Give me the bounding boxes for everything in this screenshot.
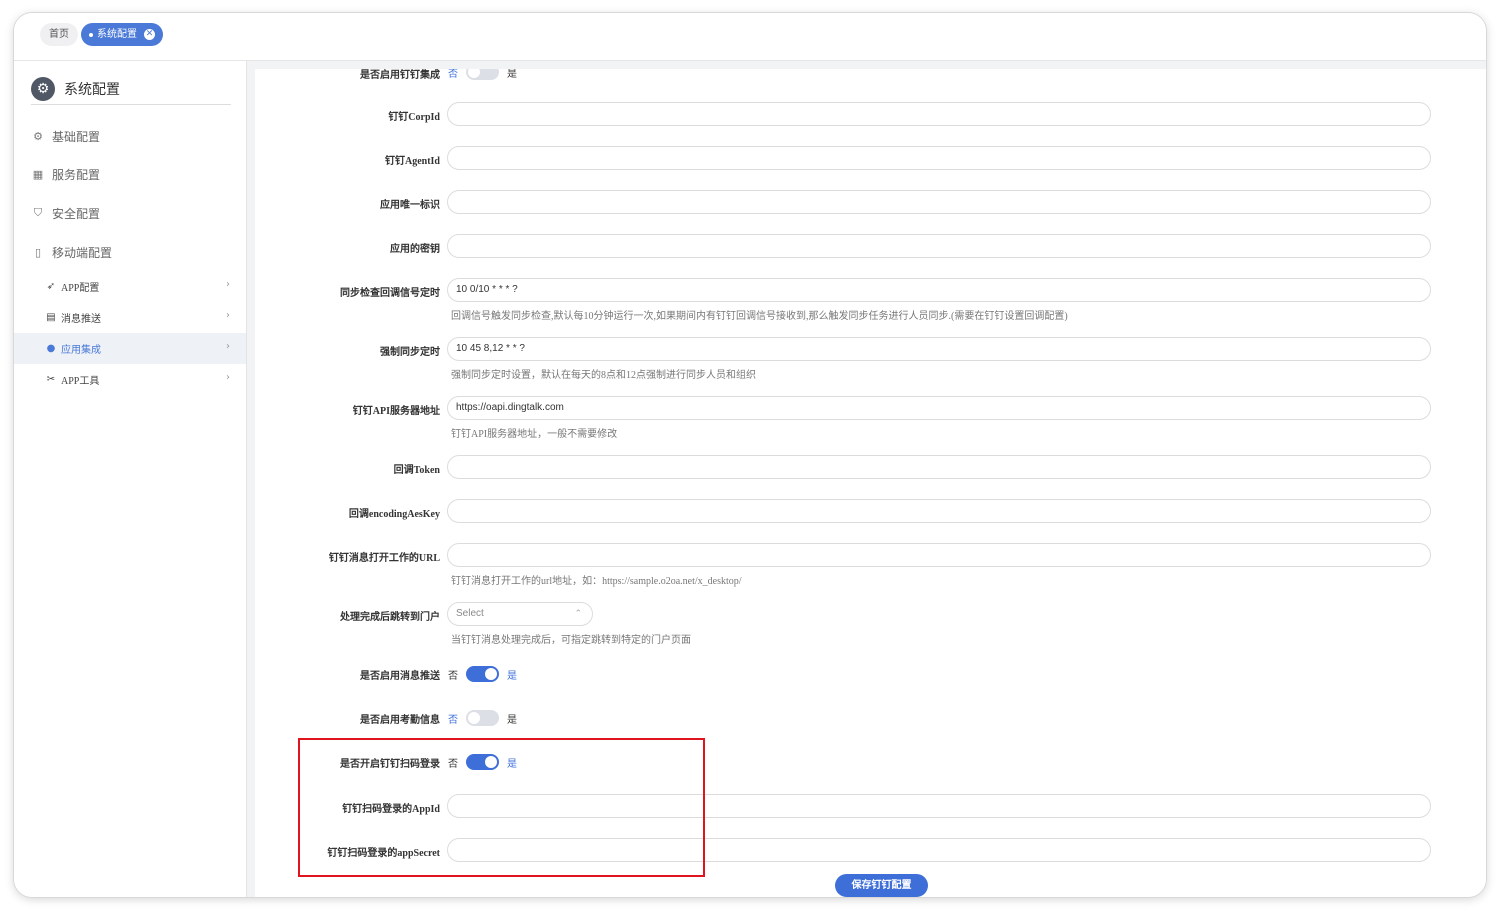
tab-label: 系统配置 <box>97 29 137 40</box>
field-hint: 钉钉消息打开工作的url地址，如：https://sample.o2oa.net… <box>451 576 742 587</box>
field-label: 是否启用消息推送 <box>360 671 440 682</box>
toggle-switch[interactable] <box>466 666 499 682</box>
field-label: 回调Token <box>393 465 440 476</box>
field-label: 钉钉AgentId <box>384 156 440 167</box>
switch-yes-label: 是 <box>507 670 517 682</box>
field-label: 是否启用钉钉集成 <box>360 70 440 81</box>
tools-icon: ✂ <box>46 374 56 385</box>
field-label: 钉钉CorpId <box>388 112 440 123</box>
sync-check-input[interactable]: 10 0/10 * * * ? <box>447 278 1431 302</box>
sidebar-sub-item-label: 消息推送 <box>61 314 101 325</box>
app-key-input[interactable] <box>447 190 1431 214</box>
field-hint: 钉钉API服务器地址，一般不需要修改 <box>451 429 618 440</box>
app-window: 首页 系统配置 ✕ ⚙ 系统配置 ⚙ 基础配置 ▦ 服务配置 ⛉ 安全配置 ▯ … <box>14 13 1486 897</box>
field-label: 应用唯一标识 <box>380 200 440 211</box>
sidebar-sub-item-app-config[interactable]: ➶ APP配置 › <box>14 271 246 302</box>
chevron-right-icon: › <box>226 279 230 290</box>
enable-dingtalk-switch[interactable]: 否 是 <box>448 69 517 80</box>
toggle-switch[interactable] <box>466 754 499 770</box>
content-area: ⚙ 系统配置 ⚙ 基础配置 ▦ 服务配置 ⛉ 安全配置 ▯ 移动端配置 ➶ AP <box>14 61 1486 897</box>
sidebar-item-label: 服务配置 <box>52 167 101 182</box>
switch-no-label: 否 <box>448 758 458 770</box>
chevron-right-icon: › <box>226 310 230 321</box>
switch-yes-label: 是 <box>507 714 517 726</box>
force-sync-input[interactable]: 10 45 8,12 * * ? <box>447 337 1431 361</box>
sidebar: ⚙ 系统配置 ⚙ 基础配置 ▦ 服务配置 ⛉ 安全配置 ▯ 移动端配置 ➶ AP <box>14 61 247 897</box>
api-server-input[interactable]: https://oapi.dingtalk.com <box>447 396 1431 420</box>
sidebar-sub-item-label: APP配置 <box>61 283 100 294</box>
qr-login-switch[interactable]: 否 是 <box>448 754 517 770</box>
sidebar-header: ⚙ 系统配置 <box>31 73 231 105</box>
service-icon: ▦ <box>32 167 44 181</box>
circle-icon: ● <box>46 343 56 354</box>
switch-yes-label: 是 <box>507 758 517 770</box>
qr-secret-input[interactable] <box>447 838 1431 862</box>
sidebar-sub-item-app-integration[interactable]: ● 应用集成 › <box>14 333 246 364</box>
sidebar-title: 系统配置 <box>64 82 120 98</box>
switch-no-label: 否 <box>448 69 458 80</box>
toggle-switch[interactable] <box>466 69 499 80</box>
switch-no-label: 否 <box>448 670 458 682</box>
corpid-input[interactable] <box>447 102 1431 126</box>
config-form: 是否启用钉钉集成 否 是 钉钉CorpId 钉钉AgentId 应用唯一标识 应… <box>255 69 1486 897</box>
shield-icon: ⛉ <box>33 206 43 219</box>
chevron-up-icon: ⌃ <box>574 609 582 619</box>
sidebar-sub-item-message-push[interactable]: ▤ 消息推送 › <box>14 302 246 333</box>
field-label: 处理完成后跳转到门户 <box>340 612 440 623</box>
tab-bar: 首页 系统配置 ✕ <box>14 13 1486 61</box>
field-hint: 当钉钉消息处理完成后，可指定跳转到特定的门户页面 <box>451 635 691 646</box>
msg-url-input[interactable] <box>447 543 1431 567</box>
mobile-icon: ▯ <box>34 245 42 259</box>
tab-system-config[interactable]: 系统配置 ✕ <box>81 23 163 46</box>
field-label: 回调encodingAesKey <box>348 509 440 520</box>
tab-dot-icon <box>89 32 93 37</box>
callback-token-input[interactable] <box>447 455 1431 479</box>
sidebar-item-label: 安全配置 <box>52 206 101 221</box>
field-label: 钉钉扫码登录的AppId <box>342 804 440 815</box>
sidebar-sub-item-label: 应用集成 <box>61 345 101 356</box>
agentid-input[interactable] <box>447 146 1431 170</box>
sidebar-sub-item-app-tools[interactable]: ✂ APP工具 › <box>14 364 246 395</box>
callback-aes-input[interactable] <box>447 499 1431 523</box>
rocket-icon: ➶ <box>46 281 56 292</box>
msg-push-switch[interactable]: 否 是 <box>448 666 517 682</box>
field-label: 钉钉扫码登录的appSecret <box>327 848 440 859</box>
save-button[interactable]: 保存钉钉配置 <box>835 874 928 897</box>
gear-icon: ⚙ <box>31 76 55 101</box>
message-icon: ▤ <box>46 312 56 323</box>
field-label: 是否开启钉钉扫码登录 <box>340 759 440 770</box>
field-label: 同步检查回调信号定时 <box>340 288 440 299</box>
sidebar-item-basic[interactable]: ⚙ 基础配置 <box>31 124 100 148</box>
portal-select[interactable]: Select ⌃ <box>447 602 593 626</box>
field-hint: 回调信号触发同步检查,默认每10分钟运行一次,如果期间内有钉钉回调信号接收到,那… <box>451 311 1068 322</box>
attendance-switch[interactable]: 否 是 <box>448 710 517 726</box>
field-label: 是否启用考勤信息 <box>360 715 440 726</box>
select-placeholder: Select <box>456 608 484 619</box>
sidebar-item-service[interactable]: ▦ 服务配置 <box>31 162 100 186</box>
sidebar-item-mobile[interactable]: ▯ 移动端配置 <box>31 240 112 264</box>
sidebar-item-label: 移动端配置 <box>52 245 113 260</box>
close-icon[interactable]: ✕ <box>144 29 155 40</box>
toggle-switch[interactable] <box>466 710 499 726</box>
chevron-right-icon: › <box>226 372 230 383</box>
field-hint: 强制同步定时设置，默认在每天的8点和12点强制进行同步人员和组织 <box>451 370 756 381</box>
sidebar-sub-item-label: APP工具 <box>61 376 100 387</box>
qr-appid-input[interactable] <box>447 794 1431 818</box>
switch-yes-label: 是 <box>507 69 517 80</box>
sidebar-item-security[interactable]: ⛉ 安全配置 <box>31 201 100 225</box>
field-label: 应用的密钥 <box>390 244 440 255</box>
field-label: 钉钉消息打开工作的URL <box>328 553 440 564</box>
tab-home[interactable]: 首页 <box>40 23 78 46</box>
switch-no-label: 否 <box>448 714 458 726</box>
field-label: 钉钉API服务器地址 <box>352 406 440 417</box>
gear-icon: ⚙ <box>33 129 43 143</box>
chevron-right-icon: › <box>226 341 230 352</box>
field-label: 强制同步定时 <box>380 347 440 358</box>
sidebar-item-label: 基础配置 <box>52 129 101 144</box>
app-secret-input[interactable] <box>447 234 1431 258</box>
